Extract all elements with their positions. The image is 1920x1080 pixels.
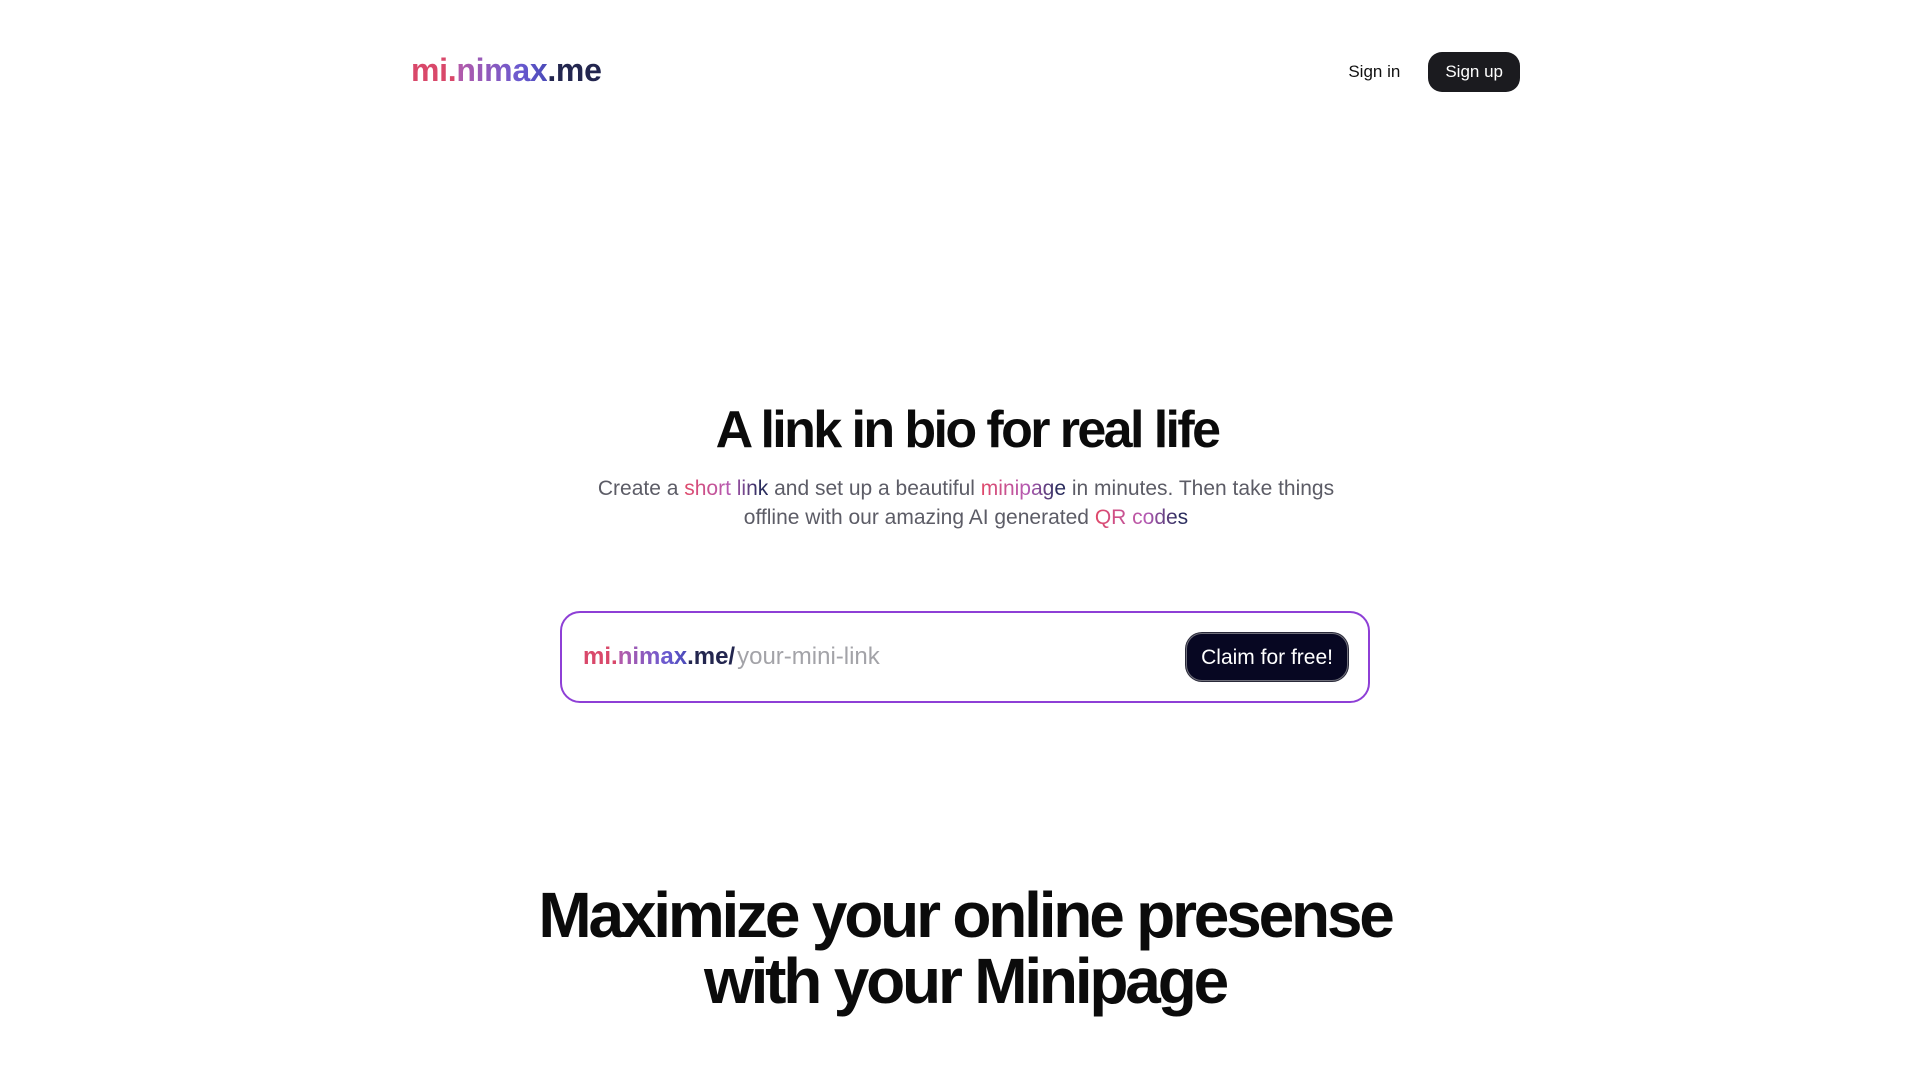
hero-title: A link in bio for real life: [715, 401, 1221, 459]
logo-part-nimax: nimax: [456, 52, 548, 88]
prefix-me: .me/: [687, 643, 736, 670]
prefix-nimax: nimax: [617, 643, 688, 670]
subtitle-highlight-qr-codes: QR codes: [1094, 506, 1189, 529]
landing-page: mi.nimax.me Sign in Sign up A link in bi…: [0, 0, 1920, 1080]
subtitle-highlight-minipage: minipage: [980, 477, 1067, 500]
logo-part-mi: mi.: [411, 52, 457, 88]
claim-link-form: mi.nimax.me/ Claim for free!: [560, 611, 1370, 703]
logo-part-me: .me: [547, 52, 602, 88]
claim-url-prefix: mi.nimax.me/: [583, 643, 735, 671]
header-nav: Sign in Sign up: [1348, 52, 1520, 92]
subtitle-highlight-short-link: short link: [684, 477, 769, 500]
mini-link-input[interactable]: [735, 643, 1187, 671]
hero-subtitle: Create a short link and set up a beautif…: [580, 474, 1352, 532]
subtitle-text-1: Create a: [597, 477, 685, 500]
section-title-line-2: with your Minipage: [704, 945, 1229, 1017]
sign-in-link[interactable]: Sign in: [1348, 62, 1400, 82]
section-title: Maximize your online presense with your …: [0, 882, 1920, 1014]
prefix-mi: mi.: [583, 643, 618, 670]
subtitle-text-2: and set up a beautiful: [768, 477, 981, 500]
brand-logo[interactable]: mi.nimax.me: [411, 52, 602, 89]
claim-for-free-button[interactable]: Claim for free!: [1186, 633, 1348, 681]
section-title-line-1: Maximize your online presense: [538, 879, 1394, 951]
sign-up-button[interactable]: Sign up: [1428, 52, 1520, 92]
